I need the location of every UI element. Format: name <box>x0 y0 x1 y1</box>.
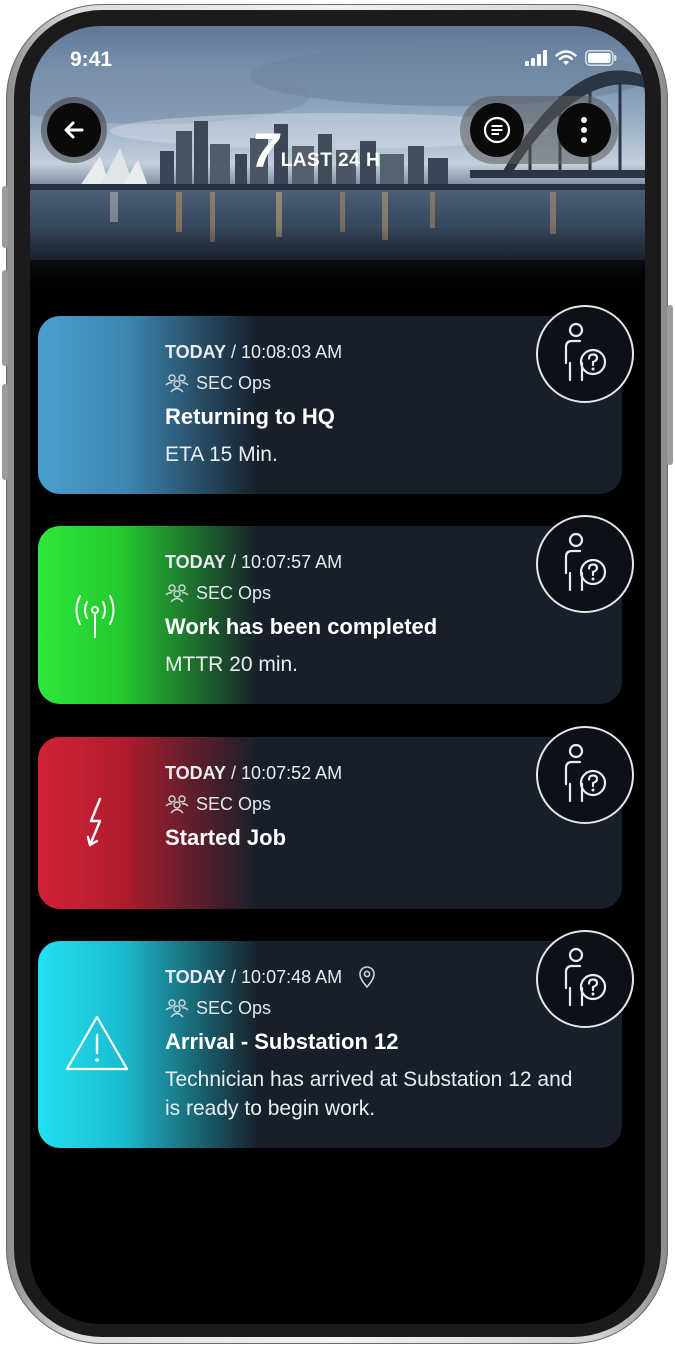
card-team: SEC Ops <box>165 581 552 605</box>
signal-tower-icon <box>75 595 115 638</box>
person-question-icon <box>564 743 607 803</box>
card-slash: / <box>226 966 242 987</box>
card-team-name: SEC Ops <box>196 372 272 393</box>
card-team: SEC Ops <box>165 371 552 395</box>
cellular-signal-icon <box>525 50 547 66</box>
card-day: TODAY <box>165 551 227 572</box>
message-card[interactable]: TODAY / 10:07:48 AM SEC Ops Arrival - Su… <box>38 941 622 1148</box>
card-time: 10:08:03 AM <box>241 341 343 362</box>
person-question-icon <box>564 532 607 592</box>
card-subtitle: ETA 15 Min. <box>165 443 278 466</box>
card-team-name: SEC Ops <box>196 582 272 603</box>
warning-triangle-icon <box>65 1015 129 1071</box>
card-slash: / <box>226 762 242 783</box>
card-day: TODAY <box>165 762 227 783</box>
list-icon <box>483 116 511 144</box>
card-body: TODAY / 10:08:03 AM SEC Ops Returning to… <box>165 340 552 469</box>
card-timestamp: TODAY / 10:08:03 AM <box>165 340 552 364</box>
card-team: SEC Ops <box>165 792 552 816</box>
card-day: TODAY <box>165 341 227 362</box>
card-title: Started Job <box>165 825 287 850</box>
status-time: 9:41 <box>70 48 113 71</box>
message-card[interactable]: TODAY / 10:07:52 AM SEC Ops Started Job <box>38 737 622 909</box>
technician-help-button[interactable] <box>536 305 634 403</box>
back-button[interactable] <box>47 103 101 157</box>
message-count: 7 <box>252 125 279 178</box>
back-arrow-icon <box>64 121 84 139</box>
card-time: 10:07:48 AM <box>241 966 343 987</box>
team-icon <box>165 999 189 1018</box>
side-button-volume-up <box>2 270 8 366</box>
card-body: TODAY / 10:07:57 AM SEC Ops Work has bee… <box>165 550 552 679</box>
side-button-mute <box>2 186 8 248</box>
card-subtitle: Technician has arrived at Substation 12 … <box>165 1068 573 1120</box>
card-team-name: SEC Ops <box>196 793 272 814</box>
card-subtitle: MTTR 20 min. <box>165 653 299 676</box>
card-day: TODAY <box>165 966 227 987</box>
person-question-icon <box>564 947 607 1007</box>
header-summary: 7 LAST 24 H <box>252 128 380 176</box>
team-icon <box>165 374 189 393</box>
team-icon <box>165 795 189 814</box>
card-team: SEC Ops <box>165 996 552 1020</box>
card-body: TODAY / 10:07:52 AM SEC Ops Started Job <box>165 761 552 851</box>
card-timestamp: TODAY / 10:07:48 AM <box>165 965 552 989</box>
message-card[interactable]: TODAY / 10:08:03 AM SEC Ops Returning to… <box>38 316 622 494</box>
list-button[interactable] <box>470 103 524 157</box>
card-time: 10:07:52 AM <box>241 762 343 783</box>
team-icon <box>165 584 189 603</box>
screen: 9:41 7 LAST 24 H TODAY / 10:08:03 AM SEC… <box>30 26 645 1324</box>
technician-help-button[interactable] <box>536 930 634 1028</box>
lightning-icon <box>86 797 102 847</box>
battery-icon <box>585 50 617 66</box>
more-button[interactable] <box>557 103 611 157</box>
message-card[interactable]: TODAY / 10:07:57 AM SEC Ops Work has bee… <box>38 526 622 704</box>
card-timestamp: TODAY / 10:07:57 AM <box>165 550 552 574</box>
card-slash: / <box>226 341 242 362</box>
card-timestamp: TODAY / 10:07:52 AM <box>165 761 552 785</box>
person-question-icon <box>564 322 607 382</box>
card-title: Work has been completed <box>165 614 438 639</box>
card-body: TODAY / 10:07:48 AM SEC Ops Arrival - Su… <box>165 965 572 1123</box>
more-vertical-icon <box>581 117 587 143</box>
header-fade <box>30 226 645 291</box>
status-bar: 9:41 <box>30 26 645 86</box>
card-title: Arrival - Substation 12 <box>165 1029 399 1054</box>
card-time: 10:07:57 AM <box>241 551 343 572</box>
location-pin-icon[interactable] <box>357 965 377 989</box>
side-button-volume-down <box>2 384 8 480</box>
card-team-name: SEC Ops <box>196 997 272 1018</box>
side-button-power <box>667 305 673 465</box>
technician-help-button[interactable] <box>536 726 634 824</box>
period-label: LAST 24 H <box>280 150 381 171</box>
technician-help-button[interactable] <box>536 515 634 613</box>
card-title: Returning to HQ <box>165 404 335 429</box>
wifi-icon <box>555 50 577 65</box>
card-slash: / <box>226 551 242 572</box>
status-icons <box>525 50 617 66</box>
